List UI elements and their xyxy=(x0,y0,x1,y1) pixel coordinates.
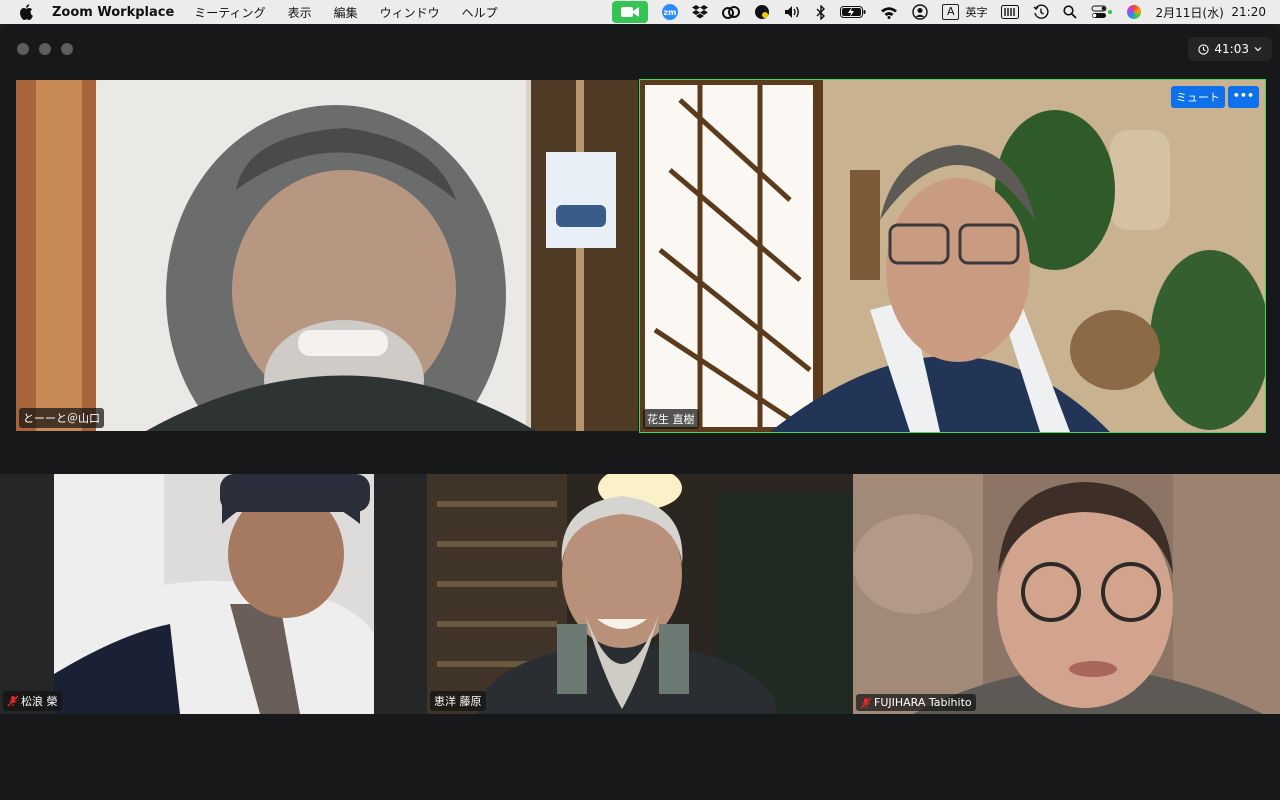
participant-name: FUJIHARA Tabihito xyxy=(874,696,972,709)
participant-video xyxy=(640,80,1265,432)
input-source-icon[interactable]: A 英字 xyxy=(941,0,987,24)
status-area: zm A 英字 2月11日(水) 21:20 xyxy=(611,0,1280,24)
mic-muted-icon xyxy=(860,697,872,709)
zoom-window-button[interactable] xyxy=(61,43,73,55)
participant-video xyxy=(0,474,427,714)
siri-icon[interactable] xyxy=(1127,0,1142,24)
participant-video xyxy=(853,474,1280,714)
window-controls xyxy=(17,43,73,55)
chevron-down-icon xyxy=(1254,47,1262,52)
video-tile[interactable]: 松浪 榮 xyxy=(0,474,427,714)
app-menu[interactable]: Zoom Workplace xyxy=(52,5,174,20)
participant-name: 花生 直樹 xyxy=(647,413,695,426)
participant-name-tag: FUJIHARA Tabihito xyxy=(856,694,976,711)
mute-participant-button[interactable]: ミュート xyxy=(1170,86,1225,108)
clock-icon xyxy=(1198,43,1210,55)
participant-name-tag: とーーと＠山口 xyxy=(19,408,104,428)
keyboard-icon[interactable] xyxy=(1001,0,1020,24)
tile-actions: ミュート ••• xyxy=(1170,86,1259,108)
participant-name-tag: 松浪 榮 xyxy=(3,691,62,711)
apple-icon[interactable] xyxy=(18,4,34,20)
participant-name: 松浪 榮 xyxy=(21,695,58,708)
video-tile[interactable]: 恵洋 藤原 xyxy=(427,474,853,714)
spotlight-search-icon[interactable] xyxy=(1063,0,1078,24)
meeting-timer[interactable]: 41:03 xyxy=(1188,37,1272,61)
participant-video xyxy=(16,80,638,431)
control-center-icon[interactable] xyxy=(1091,0,1113,24)
zoom-meeting-window: 41:03 とーーと＠山口 ミュート ••• 花生 直樹 松浪 榮 恵洋 藤原 … xyxy=(0,24,1280,800)
menu-window[interactable]: ウィンドウ xyxy=(380,4,440,21)
bluetooth-icon[interactable] xyxy=(816,0,826,24)
menu-view[interactable]: 表示 xyxy=(288,4,312,21)
minimize-window-button[interactable] xyxy=(39,43,51,55)
participant-name: 恵洋 藤原 xyxy=(434,695,482,708)
menu-help[interactable]: ヘルプ xyxy=(462,4,498,21)
menubar-clock[interactable]: 2月11日(水) 21:20 xyxy=(1155,0,1266,24)
dropbox-icon[interactable] xyxy=(691,0,708,24)
participant-name-tag: 恵洋 藤原 xyxy=(430,691,486,711)
participant-name-tag: 花生 直樹 xyxy=(643,409,699,429)
menu-edit[interactable]: 編集 xyxy=(334,4,358,21)
creative-cloud-icon[interactable] xyxy=(721,0,740,24)
video-tile[interactable]: とーーと＠山口 xyxy=(16,80,638,431)
video-tile-active-speaker[interactable]: ミュート ••• 花生 直樹 xyxy=(639,79,1266,433)
wifi-icon[interactable] xyxy=(880,0,898,24)
video-tile[interactable]: FUJIHARA Tabihito xyxy=(853,474,1280,714)
menu-bar: Zoom Workplace ミーティング 表示 編集 ウィンドウ ヘルプ zm xyxy=(0,0,1280,24)
volume-icon[interactable] xyxy=(784,0,802,24)
zoom-status-icon[interactable]: zm xyxy=(661,0,678,24)
menu-meeting[interactable]: ミーティング xyxy=(194,4,265,21)
mic-muted-icon xyxy=(7,695,19,707)
user-account-icon[interactable] xyxy=(912,0,928,24)
time-machine-icon[interactable] xyxy=(1033,0,1050,24)
more-options-button[interactable]: ••• xyxy=(1227,86,1259,108)
close-window-button[interactable] xyxy=(17,43,29,55)
zoom-video-status[interactable] xyxy=(611,0,648,24)
app-status-icon[interactable] xyxy=(754,0,770,24)
participant-video xyxy=(427,474,853,714)
participant-name: とーーと＠山口 xyxy=(23,412,100,425)
battery-icon[interactable] xyxy=(839,0,866,24)
